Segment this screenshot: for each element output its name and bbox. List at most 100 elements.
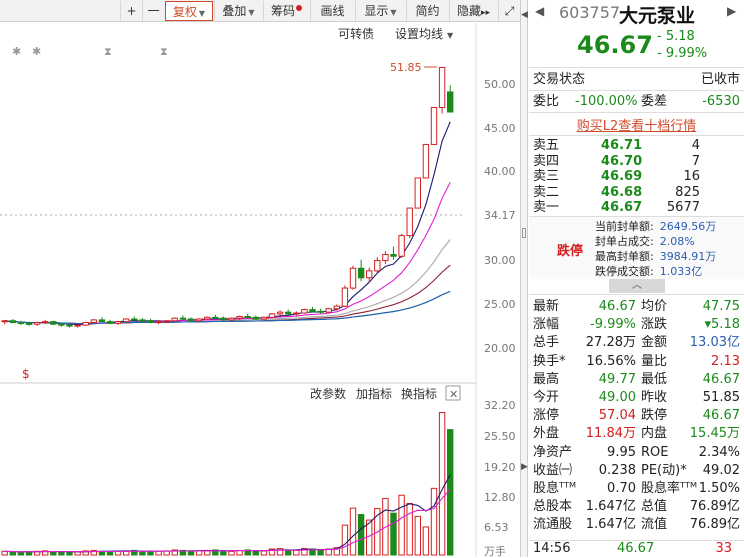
zoom-in-button[interactable]: +	[120, 1, 142, 21]
kline-chart[interactable]: ✱ ✱ ⧗ ⧗ 可转债 设置均线 ▼ 51.85 50.00 45.00 40.…	[0, 23, 520, 557]
ask-level-label: 卖五	[533, 138, 560, 153]
candle	[317, 310, 324, 313]
jianyue-button[interactable]: 简约	[406, 1, 448, 21]
candle	[187, 318, 195, 322]
fuquan-dropdown[interactable]: 复权 ▼	[165, 1, 213, 21]
volume-bar	[414, 515, 422, 556]
ask-price: 46.70	[601, 153, 643, 169]
ask-row[interactable]: 卖二 46.68 825	[529, 185, 744, 201]
stat-row: 外盘 11.84万 内盘 15.45万	[529, 424, 744, 443]
volume-bar	[17, 551, 25, 556]
stat-value: 1.647亿	[585, 499, 636, 515]
candle	[220, 317, 227, 321]
stat-label: 总手	[533, 335, 560, 351]
stat-value: -9.99%	[590, 317, 636, 333]
last-price: 46.67	[577, 31, 653, 59]
stat-value: 76.89亿	[689, 499, 740, 515]
candle	[139, 319, 146, 322]
divider	[529, 67, 744, 68]
huaxian-button[interactable]: 画线	[310, 1, 354, 21]
trade-status-value: 已收市	[700, 72, 740, 87]
stat-label: 量比	[641, 353, 668, 369]
candle	[74, 324, 81, 327]
stat-label: 内盘	[641, 426, 668, 442]
volume-bar	[341, 524, 349, 556]
chevron-up-icon: ︿	[632, 280, 642, 291]
settings-ma-link[interactable]: 设置均线	[395, 27, 443, 41]
stat-value: 9.95	[607, 444, 636, 460]
ask-row[interactable]: 卖一 46.67 5677	[529, 200, 744, 216]
collapse-left-icon: ◀	[521, 10, 528, 20]
volume-bar	[260, 550, 268, 556]
candle	[252, 316, 260, 320]
stat-label: 换手*	[533, 353, 566, 369]
limit-row-label: 跌停成交额:	[595, 265, 654, 278]
switch-indicator-link[interactable]: 换指标	[401, 386, 437, 401]
ask-row[interactable]: 卖四 46.70 7	[529, 154, 744, 170]
stock-name: 大元泵业	[619, 5, 696, 27]
fullscreen-button[interactable]: ⤢	[498, 1, 520, 21]
yincang-button[interactable]: 隐藏▸▸	[449, 1, 497, 21]
price-tick: 45.00	[484, 122, 516, 135]
ask-level-label: 卖四	[533, 153, 560, 169]
candle	[204, 316, 211, 320]
candle	[17, 321, 25, 324]
tick-time: 14:56	[533, 541, 571, 556]
candle	[406, 207, 413, 237]
tick-row: 14:56 46.67 33	[529, 539, 744, 558]
panel-splitter[interactable]: ◀ ▶	[520, 0, 528, 557]
stat-label: 股息率ᵀᵀᴹ	[641, 481, 698, 496]
collapse-toggle[interactable]: ︿	[609, 279, 665, 293]
stat-value: 0.238	[598, 462, 636, 478]
candle	[90, 319, 97, 323]
candle	[276, 311, 284, 315]
xianshi-dropdown[interactable]: 显示 ▼	[355, 1, 405, 21]
candle	[366, 270, 373, 279]
candle	[58, 323, 65, 326]
change-params-link[interactable]: 改参数	[310, 386, 346, 401]
limit-row: 封单占成交: 2.08%	[595, 233, 695, 249]
volume-bar	[58, 551, 65, 556]
candle	[42, 321, 49, 324]
zoom-out-button[interactable]: 一	[142, 1, 164, 21]
candle	[236, 315, 243, 319]
volume-bar	[390, 512, 397, 556]
hourglass-icon: ⧗	[160, 45, 168, 58]
ask-row[interactable]: 卖三 46.69 16	[529, 169, 744, 185]
chouma-button[interactable]: 筹码	[263, 1, 309, 21]
next-stock-icon[interactable]: ▶	[727, 4, 736, 18]
candle	[293, 312, 300, 315]
volume-bar	[398, 494, 405, 556]
ask-level-label: 卖三	[533, 169, 560, 184]
l2-upgrade-link[interactable]: 购买L2查看十档行情	[529, 115, 744, 134]
limit-row-value: 2.08%	[659, 235, 695, 248]
ask-row[interactable]: 卖五 46.71 4	[529, 138, 744, 154]
stat-row: 收益㈠ 0.238 PE(动)* 49.02	[529, 461, 744, 480]
volume-bar	[155, 550, 162, 556]
stat-label: 金额	[641, 335, 668, 351]
limit-row-label: 当前封单额:	[595, 220, 654, 233]
trade-status-label: 交易状态	[533, 72, 586, 87]
stat-label: 涨停	[533, 408, 560, 424]
volume-bar	[349, 507, 357, 556]
divider	[529, 112, 744, 113]
kezhuanzhai-link[interactable]: 可转债	[338, 26, 374, 41]
yincang-label: 隐藏	[456, 4, 481, 18]
stat-value: 2.13	[711, 353, 740, 369]
tick-volume: 33	[715, 541, 732, 556]
volume-bar	[447, 429, 454, 556]
add-indicator-link[interactable]: 加指标	[356, 386, 392, 401]
volume-bar	[9, 551, 17, 556]
candle	[333, 305, 341, 310]
diejia-dropdown[interactable]: 叠加 ▼	[214, 1, 262, 21]
stat-row: 涨幅 -9.99% 涨跌 ▾5.18	[529, 315, 744, 334]
stat-value: 51.85	[702, 390, 740, 405]
volume-bar	[430, 487, 438, 556]
prev-stock-icon[interactable]: ◀	[535, 4, 544, 18]
stat-row: 流通股 1.647亿 流值 76.89亿	[529, 515, 744, 534]
candle	[414, 177, 422, 209]
volume-bar	[438, 412, 446, 556]
price-tick: 34.17	[484, 209, 516, 222]
candle	[228, 317, 235, 321]
weibi-row: 委比 -100.00% 委差 -6530	[529, 92, 744, 111]
